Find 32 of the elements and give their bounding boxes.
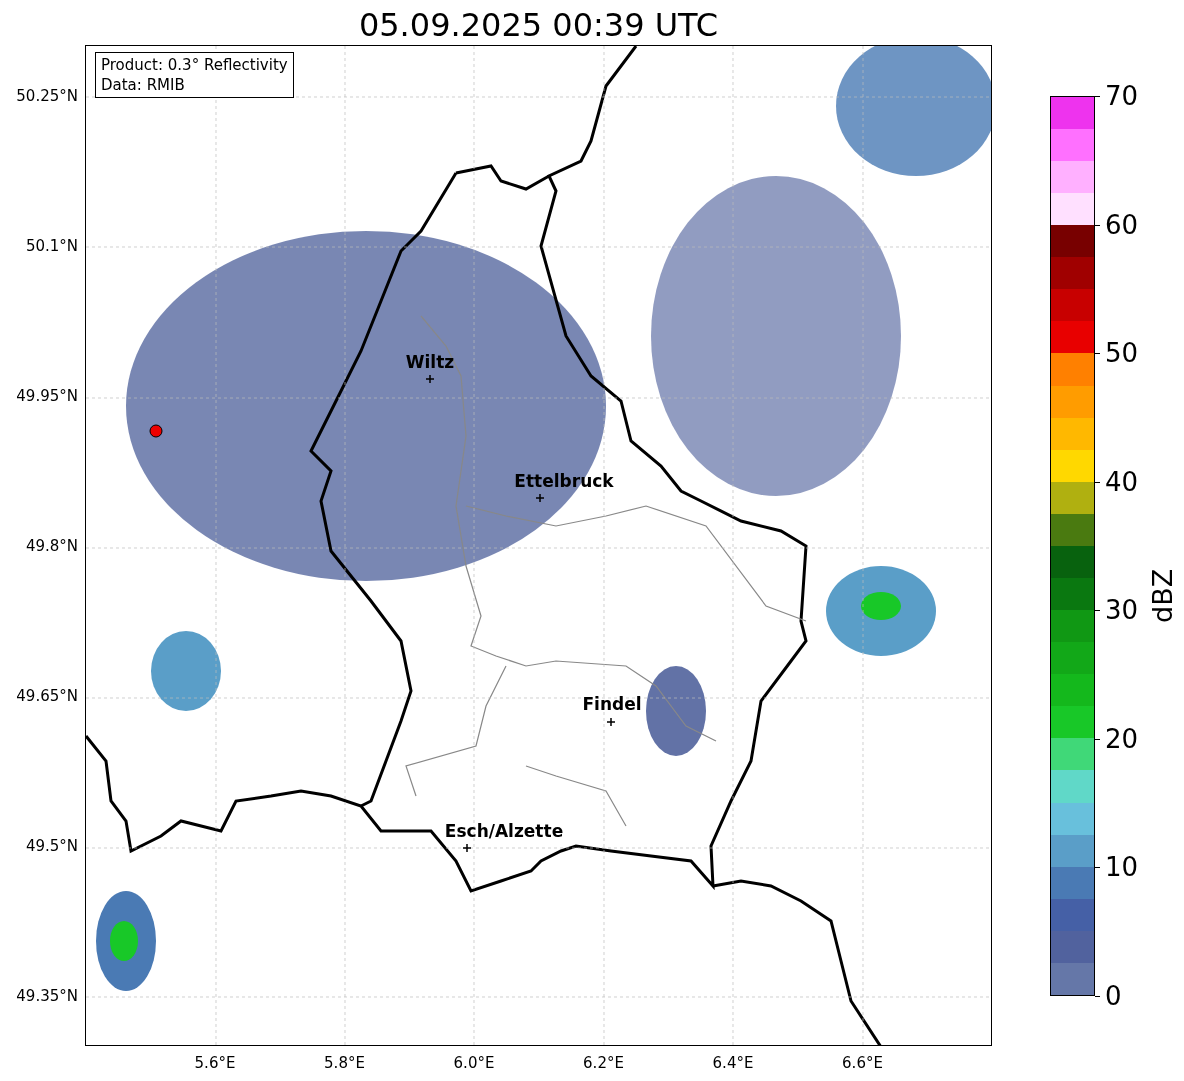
axis-tick-label: 6.4°E bbox=[712, 1053, 754, 1074]
city-label: Wiltz bbox=[405, 351, 455, 375]
colorbar-tick-label: 40 bbox=[1105, 468, 1139, 495]
colorbar-label: dBZ bbox=[1146, 568, 1179, 623]
axis-tick-label: 49.5°N bbox=[25, 835, 78, 857]
axis-tick-label: 5.8°E bbox=[324, 1053, 365, 1074]
colorbar-tick-label: 50 bbox=[1105, 340, 1139, 367]
axis-tick-label: 6.2°E bbox=[583, 1053, 624, 1074]
axis-tick-label: 50.25°N bbox=[16, 85, 78, 107]
colorbar-tick-label: 0 bbox=[1105, 983, 1122, 1009]
city-label: Findel bbox=[582, 693, 642, 717]
axis-tick-label: 6.0°E bbox=[453, 1053, 495, 1074]
colorbar-tick-label: 70 bbox=[1105, 83, 1139, 109]
city-marker-icon bbox=[463, 844, 471, 852]
city-marker-icon bbox=[426, 375, 434, 383]
info-text: Product: 0.3° Reflectivity bbox=[101, 55, 288, 75]
axis-tick-label: 50.1°N bbox=[25, 235, 78, 257]
axis-tick-label: 49.35°N bbox=[16, 985, 78, 1007]
chart-title: 05.09.2025 00:39 UTC bbox=[358, 9, 719, 41]
colorbar-tick-label: 20 bbox=[1105, 725, 1139, 752]
city-marker-icon bbox=[607, 718, 615, 726]
colorbar-tick-label: 60 bbox=[1105, 211, 1139, 238]
axis-tick-label: 49.95°N bbox=[16, 385, 78, 407]
city-label: Esch/Alzette bbox=[444, 820, 564, 844]
info-text: Data: RMIB bbox=[101, 75, 186, 95]
colorbar-tick-label: 10 bbox=[1105, 854, 1139, 881]
colorbar-tick-label: 30 bbox=[1105, 597, 1139, 624]
axis-tick-label: 5.6°E bbox=[194, 1053, 236, 1074]
axis-tick-label: 49.8°N bbox=[25, 535, 78, 557]
axis-tick-label: 49.65°N bbox=[16, 685, 78, 707]
city-marker-icon bbox=[536, 494, 544, 502]
axis-tick-label: 6.6°E bbox=[842, 1053, 883, 1074]
